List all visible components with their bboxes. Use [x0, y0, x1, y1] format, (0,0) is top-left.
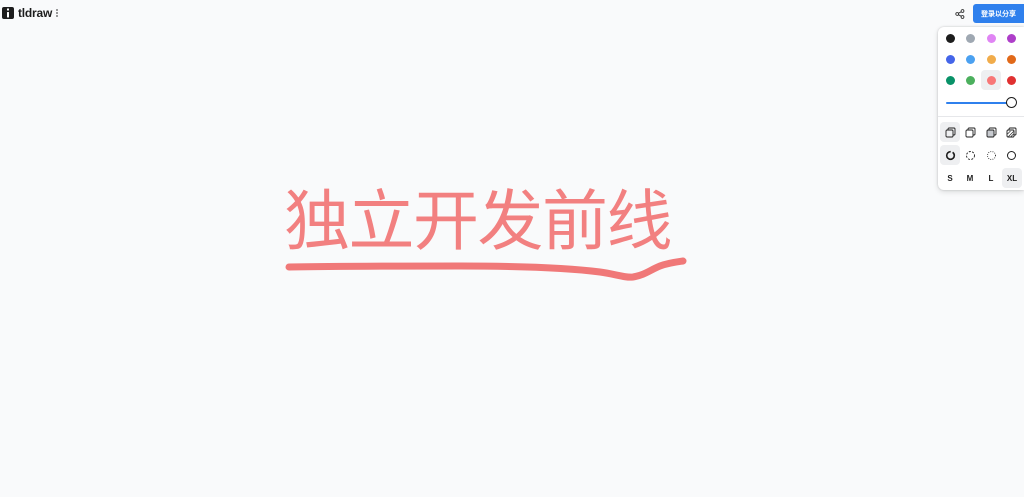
dash-dashed-button[interactable] — [960, 145, 980, 165]
size-xl-button[interactable]: XL — [1002, 168, 1022, 188]
more-vertical-icon — [56, 9, 58, 17]
underline-draw-stroke[interactable] — [0, 0, 1024, 497]
app-menu-button[interactable] — [52, 6, 62, 20]
fill-pattern-button[interactable] — [1001, 122, 1021, 142]
color-swatch-yellow[interactable] — [981, 49, 1001, 69]
dash-draw-button[interactable] — [940, 145, 960, 165]
color-swatch-light-green[interactable] — [960, 70, 980, 90]
drawing-canvas[interactable]: 独立开发前线 — [0, 0, 1024, 497]
color-swatch-blue[interactable] — [940, 49, 960, 69]
opacity-slider-track — [946, 102, 1008, 104]
panel-divider — [938, 116, 1024, 117]
dash-solid-icon — [1006, 150, 1016, 160]
dash-dashed-icon — [965, 150, 975, 160]
fill-semi-icon — [965, 127, 975, 137]
login-to-share-button[interactable]: 登录以分享 — [973, 4, 1024, 23]
size-m-button[interactable]: M — [960, 168, 980, 188]
tldraw-logo-icon — [2, 7, 14, 19]
fill-semi-button[interactable] — [960, 122, 980, 142]
dash-dotted-button[interactable] — [981, 145, 1001, 165]
color-swatch-black[interactable] — [940, 28, 960, 48]
app-name: tldraw — [18, 6, 53, 20]
color-swatch-light-blue[interactable] — [960, 49, 980, 69]
fill-none-icon — [945, 127, 955, 137]
fill-pattern-icon — [1006, 127, 1016, 137]
color-swatch-violet[interactable] — [1001, 28, 1021, 48]
fill-none-button[interactable] — [940, 122, 960, 142]
dash-solid-button[interactable] — [1001, 145, 1021, 165]
dash-dotted-icon — [986, 150, 996, 160]
color-swatch-red[interactable] — [1001, 70, 1021, 90]
color-swatch-light-red[interactable] — [981, 70, 1001, 90]
app-brand[interactable]: tldraw — [2, 6, 52, 20]
opacity-slider[interactable] — [945, 96, 1019, 110]
dash-draw-icon — [945, 150, 955, 160]
fill-solid-icon — [986, 127, 996, 137]
fill-solid-button[interactable] — [981, 122, 1001, 142]
share-button[interactable] — [951, 6, 969, 22]
size-s-button[interactable]: S — [940, 168, 960, 188]
opacity-slider-thumb[interactable] — [1006, 97, 1017, 108]
color-swatch-green[interactable] — [940, 70, 960, 90]
color-swatch-grey[interactable] — [960, 28, 980, 48]
share-icon — [955, 9, 965, 19]
size-l-button[interactable]: L — [981, 168, 1001, 188]
color-swatch-light-violet[interactable] — [981, 28, 1001, 48]
color-swatch-orange[interactable] — [1001, 49, 1021, 69]
